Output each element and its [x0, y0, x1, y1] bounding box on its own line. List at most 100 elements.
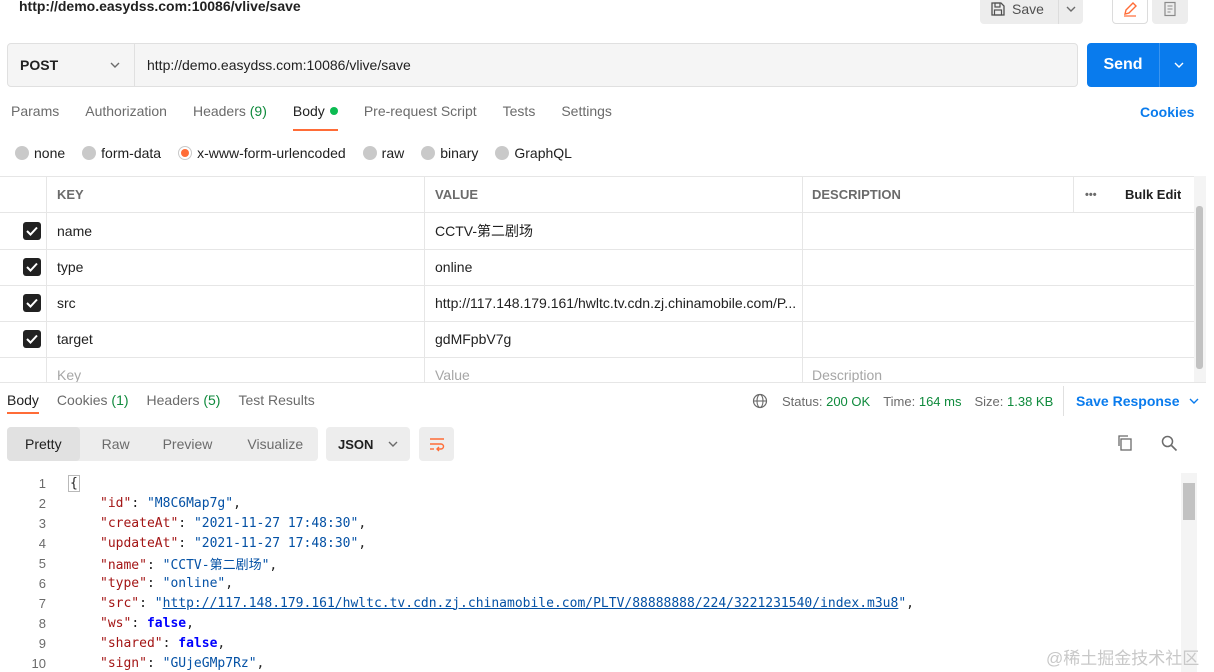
save-response-button[interactable]: Save Response: [1063, 386, 1199, 416]
view-pretty[interactable]: Pretty: [7, 427, 80, 461]
row-checkbox[interactable]: [23, 294, 41, 312]
new-value-input[interactable]: Value: [435, 357, 470, 382]
row-value[interactable]: online: [435, 249, 472, 285]
cookies-link[interactable]: Cookies: [1140, 104, 1194, 120]
globe-icon[interactable]: [752, 393, 768, 409]
search-icon: [1161, 435, 1178, 452]
search-button[interactable]: [1160, 434, 1178, 455]
json-boolean: false: [146, 615, 187, 631]
json-link[interactable]: http://117.148.179.161/hwltc.tv.cdn.zj.c…: [163, 596, 899, 611]
edit-mode-button[interactable]: [1112, 0, 1148, 24]
column-header-description: DESCRIPTION: [812, 187, 901, 202]
send-button[interactable]: Send: [1087, 43, 1159, 87]
line-number: 8: [38, 615, 46, 631]
json-comma: ,: [217, 635, 226, 651]
tab-headers[interactable]: Headers (9): [193, 103, 267, 125]
row-value[interactable]: http://117.148.179.161/hwltc.tv.cdn.zj.c…: [435, 285, 797, 321]
radio-icon: [421, 146, 436, 160]
new-key-input[interactable]: Key: [57, 357, 81, 382]
save-icon: [991, 2, 1005, 16]
tab-settings[interactable]: Settings: [561, 103, 612, 125]
watermark: @稀土掘金技术社区: [1046, 649, 1200, 668]
checkmark-icon: [26, 226, 38, 236]
copy-icon: [1118, 435, 1132, 451]
json-comma: ,: [225, 575, 234, 591]
code-line: 7 "src": "http://117.148.179.161/hwltc.t…: [0, 593, 1180, 613]
body-type-none[interactable]: none: [15, 145, 65, 161]
code-scrollbar-thumb[interactable]: [1183, 483, 1195, 520]
json-key: "name": [100, 557, 147, 573]
response-tab-headers-count: (5): [203, 392, 221, 408]
json-string: "CCTV-第二剧场": [162, 557, 270, 573]
body-type-raw[interactable]: raw: [362, 145, 405, 161]
params-scrollbar-thumb[interactable]: [1196, 206, 1203, 369]
row-checkbox[interactable]: [23, 222, 41, 240]
method-select[interactable]: POST: [8, 44, 135, 86]
tab-params[interactable]: Params: [11, 103, 59, 125]
body-type-urlencoded[interactable]: x-www-form-urlencoded: [178, 145, 346, 161]
new-description-input[interactable]: Description: [812, 357, 882, 382]
row-value[interactable]: CCTV-第二剧场: [435, 213, 533, 249]
chevron-down-icon: [1066, 6, 1076, 12]
row-key[interactable]: name: [57, 213, 92, 249]
document-icon: [1164, 1, 1176, 17]
code-line: 1 {: [0, 473, 1180, 493]
body-type-label: binary: [440, 145, 479, 161]
row-key[interactable]: target: [57, 321, 93, 357]
body-type-label: x-www-form-urlencoded: [197, 145, 346, 161]
format-select[interactable]: JSON: [326, 427, 410, 461]
body-indicator-dot: [329, 107, 338, 116]
response-tab-test-results[interactable]: Test Results: [238, 392, 314, 408]
view-raw[interactable]: Raw: [102, 427, 130, 461]
save-button-group: Save: [980, 0, 1083, 24]
row-value[interactable]: gdMFpbV7g: [435, 321, 511, 357]
more-options-icon[interactable]: •••: [1085, 177, 1097, 212]
json-string: "2021-11-27 17:48:30": [193, 535, 359, 551]
status-value[interactable]: 200 OK: [826, 394, 870, 409]
documentation-mode-button[interactable]: [1152, 0, 1188, 24]
save-button[interactable]: Save: [980, 0, 1058, 24]
body-type-binary[interactable]: binary: [421, 145, 478, 161]
time-value[interactable]: 164 ms: [919, 394, 962, 409]
send-dropdown-button[interactable]: [1159, 43, 1197, 87]
response-body-code[interactable]: 1 { 2 "id": "M8C6Map7g", 3 "createAt": "…: [0, 473, 1180, 672]
time-label: Time:: [883, 393, 916, 409]
pane-divider[interactable]: [0, 382, 1206, 383]
chevron-down-icon: [1174, 62, 1183, 68]
body-type-graphql[interactable]: GraphQL: [495, 145, 572, 161]
save-dropdown-button[interactable]: [1058, 0, 1083, 24]
row-checkbox[interactable]: [23, 330, 41, 348]
tab-prerequest-script[interactable]: Pre-request Script: [364, 103, 477, 125]
json-key: "sign": [100, 655, 147, 671]
bulk-edit-button[interactable]: Bulk Edit: [1125, 177, 1181, 212]
checkmark-icon: [26, 262, 38, 272]
response-tab-headers-label: Headers: [146, 392, 200, 408]
response-tab-headers[interactable]: Headers (5): [147, 392, 221, 408]
body-type-label: raw: [381, 145, 405, 161]
view-visualize[interactable]: Visualize: [247, 427, 303, 461]
code-line: 4 "updateAt": "2021-11-27 17:48:30",: [0, 533, 1180, 553]
size-value[interactable]: 1.38 KB: [1007, 394, 1053, 409]
row-key[interactable]: src: [57, 285, 76, 321]
response-tab-cookies[interactable]: Cookies (1): [57, 392, 129, 408]
view-preview[interactable]: Preview: [163, 427, 213, 461]
copy-button[interactable]: [1116, 434, 1134, 455]
body-type-label: form-data: [101, 145, 162, 161]
row-key[interactable]: type: [57, 249, 83, 285]
body-type-form-data[interactable]: form-data: [82, 145, 161, 161]
column-divider: [424, 176, 425, 382]
tab-tests[interactable]: Tests: [503, 103, 536, 125]
line-number: 1: [38, 475, 46, 491]
column-divider: [1073, 176, 1074, 213]
tab-authorization[interactable]: Authorization: [85, 103, 167, 125]
column-header-value: VALUE: [435, 187, 479, 202]
tab-body[interactable]: Body: [292, 103, 338, 131]
json-boolean: false: [178, 635, 218, 651]
json-key: "ws": [100, 615, 132, 631]
request-title[interactable]: http://demo.easydss.com:10086/vlive/save: [19, 0, 301, 14]
response-tab-body[interactable]: Body: [7, 392, 39, 414]
response-status-bar: Status: 200 OK Time: 164 ms Size: 1.38 K…: [752, 393, 1053, 409]
url-input[interactable]: [135, 44, 1077, 86]
row-checkbox[interactable]: [23, 258, 41, 276]
wrap-lines-button[interactable]: [419, 427, 454, 461]
